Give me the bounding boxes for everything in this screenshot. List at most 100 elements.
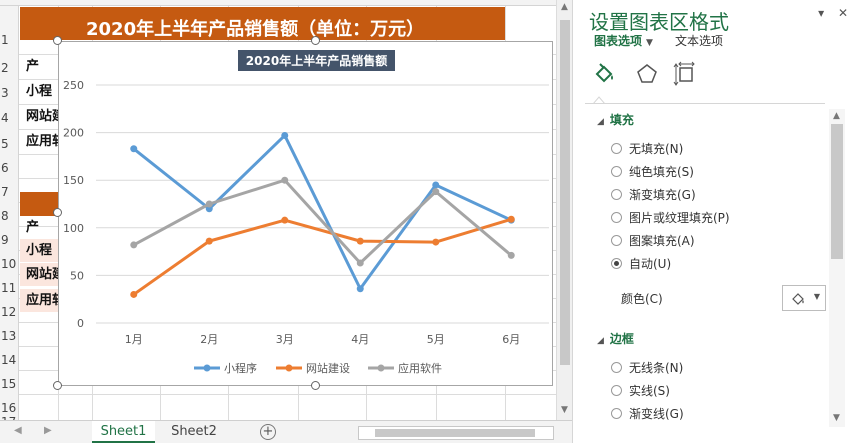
table-cell[interactable]: 产 [20,216,58,239]
data-point[interactable] [432,188,440,196]
table-cell[interactable]: 产 [20,55,58,78]
row-number[interactable]: 3 [0,86,19,100]
table-cell[interactable]: 应用软 [20,289,58,312]
radio-button[interactable] [611,212,622,223]
tab-text-options[interactable]: 文本选项 [675,32,723,49]
series-line[interactable] [132,217,512,296]
radio-button[interactable] [611,189,622,200]
row-number[interactable]: 9 [0,233,19,247]
table-cell[interactable]: 小程 [20,239,58,262]
table-cell[interactable]: 网站建 [20,105,58,128]
row-number[interactable]: 16 [0,401,19,415]
resize-handle[interactable] [53,208,62,217]
line-chart[interactable]: 2020年上半年产品销售额 0 50 100 150 200 250 1月 2月 3月 4月 5月 6月… [58,41,553,386]
row-number[interactable]: 15 [0,377,19,391]
radio-button[interactable] [611,408,622,419]
scroll-up-icon[interactable]: ▲ [561,2,568,12]
legend-entry[interactable]: 小程序 [224,361,257,375]
data-point[interactable] [432,181,440,189]
data-point[interactable] [356,259,364,267]
pane-scroll-thumb[interactable] [831,124,843,259]
radio-button[interactable] [611,385,622,396]
chart-title[interactable]: 2020年上半年产品销售额 [246,53,387,68]
color-picker-button[interactable]: ▼ [782,285,826,311]
data-point[interactable] [130,241,138,249]
row-number[interactable]: 7 [0,185,19,199]
sheet-title-banner[interactable]: 2020年上半年产品销售额（单位：万元） [20,7,505,40]
row-number[interactable]: 10 [0,257,19,271]
horizontal-scroll-thumb[interactable] [375,429,535,437]
data-point[interactable] [356,237,364,245]
radio-option[interactable]: 渐变线(G) [611,405,684,422]
data-point[interactable] [507,215,515,223]
close-icon[interactable]: ✕ [838,6,848,20]
vertical-scrollbar[interactable]: ▲ ▼ [556,0,572,420]
collapse-triangle-icon[interactable]: ◢ [597,117,604,127]
data-point[interactable] [205,200,213,208]
row-number[interactable]: 13 [0,329,19,343]
table-cell[interactable]: 应用软 [20,130,58,153]
resize-handle[interactable] [311,381,320,390]
legend-entry[interactable]: 应用软件 [398,361,442,375]
radio-button[interactable] [611,362,622,373]
scroll-down-icon[interactable]: ▼ [561,405,568,415]
radio-button[interactable] [611,143,622,154]
pane-menu-icon[interactable]: ▾ [818,6,824,20]
pane-scrollbar[interactable]: ▲ ▼ [829,109,845,427]
data-point[interactable] [130,145,138,153]
radio-option[interactable]: 无填充(N) [611,140,683,157]
row-number[interactable]: 8 [0,209,19,223]
collapse-triangle-icon[interactable]: ◢ [597,336,604,346]
radio-option[interactable]: 渐变填充(G) [611,186,696,203]
data-point[interactable] [507,251,515,259]
column-header-bar[interactable] [0,0,556,6]
radio-option[interactable]: 图片或纹理填充(P) [611,209,730,226]
radio-button[interactable] [611,166,622,177]
tab-sheet1[interactable]: Sheet1 [92,421,155,443]
data-point[interactable] [130,290,138,298]
resize-handle[interactable] [53,36,62,45]
tab-sheet2[interactable]: Sheet2 [162,421,226,443]
fill-line-icon[interactable] [591,60,619,88]
row-number[interactable]: 1 [0,33,19,47]
radio-button[interactable] [611,258,622,269]
data-point[interactable] [356,285,364,293]
vertical-scroll-thumb[interactable] [560,20,570,365]
radio-option[interactable]: 图案填充(A) [611,232,695,249]
tab-prev-icon[interactable]: ◀ [14,425,22,436]
row-number[interactable]: 4 [0,111,19,125]
radio-option[interactable]: 无线条(N) [611,359,683,376]
resize-handle[interactable] [311,36,320,45]
series-line[interactable] [132,133,512,291]
data-point[interactable] [205,237,213,245]
table-cell[interactable]: 网站建 [20,263,58,286]
radio-option[interactable]: 实线(S) [611,382,670,399]
radio-option[interactable]: 纯色填充(S) [611,163,694,180]
scroll-up-icon[interactable]: ▲ [833,111,840,121]
add-sheet-icon[interactable]: + [260,424,276,440]
size-properties-icon[interactable] [671,60,699,88]
row-number[interactable]: 14 [0,353,19,367]
radio-option[interactable]: 自动(U) [611,255,671,272]
tab-chart-options[interactable]: 图表选项 ▼ [594,32,653,49]
resize-handle[interactable] [53,381,62,390]
row-number[interactable]: 6 [0,161,19,175]
horizontal-scrollbar[interactable] [358,426,554,440]
data-point[interactable] [281,131,289,139]
tab-next-icon[interactable]: ▶ [44,425,52,436]
data-point[interactable] [281,176,289,184]
radio-button[interactable] [611,235,622,246]
row-number[interactable]: 11 [0,281,19,295]
worksheet[interactable]: 1234567891011121314151617 2020年上半年产品销售额（… [0,0,572,443]
scroll-down-icon[interactable]: ▼ [833,413,840,423]
row-number[interactable]: 5 [0,137,19,151]
row-number[interactable]: 2 [0,61,19,75]
effects-icon[interactable] [633,60,661,88]
chevron-down-icon[interactable]: ▼ [814,292,820,301]
data-point[interactable] [432,238,440,246]
chevron-down-icon[interactable]: ▼ [646,38,653,48]
section-border[interactable]: ◢ 边框 [597,330,634,347]
table-cell[interactable]: 小程 [20,80,58,103]
row-number[interactable]: 12 [0,305,19,319]
legend-entry[interactable]: 网站建设 [306,361,350,375]
